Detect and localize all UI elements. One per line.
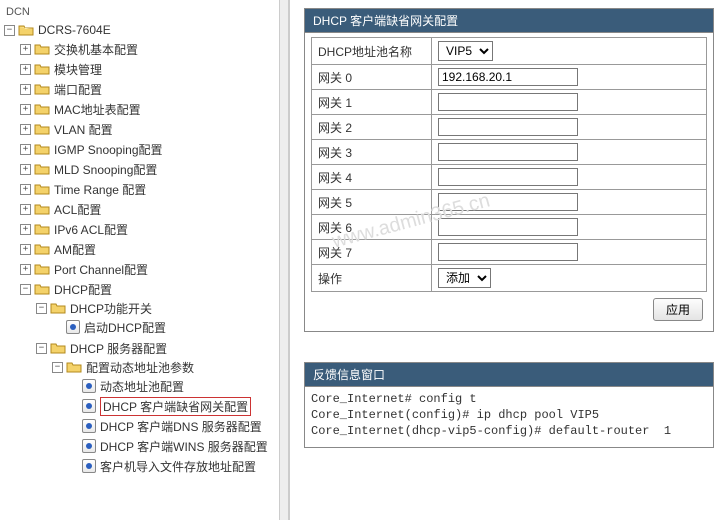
expand-icon[interactable]: + xyxy=(20,244,31,255)
gateway-label: 网关 3 xyxy=(312,140,432,165)
expand-icon[interactable]: + xyxy=(20,104,31,115)
folder-icon xyxy=(34,242,50,256)
gateway-label: 网关 5 xyxy=(312,190,432,215)
config-form: DHCP地址池名称 VIP5 网关 0 网关 1 网关 2 网关 3 网关 4 … xyxy=(311,37,707,292)
apply-button[interactable]: 应用 xyxy=(653,298,703,321)
folder-open-icon xyxy=(50,341,66,355)
tree-item[interactable]: + MAC地址表配置 xyxy=(20,100,288,118)
tree-item[interactable]: + 模块管理 xyxy=(20,60,288,78)
gateway-input[interactable] xyxy=(438,243,578,261)
folder-icon xyxy=(34,102,50,116)
expand-icon[interactable]: + xyxy=(20,144,31,155)
collapse-icon[interactable]: − xyxy=(52,362,63,373)
gateway-input[interactable] xyxy=(438,93,578,111)
tree-root: DCN xyxy=(4,4,288,20)
tree-device[interactable]: − DCRS-7604E xyxy=(4,21,288,39)
gateway-input[interactable] xyxy=(438,118,578,136)
gateway-input[interactable] xyxy=(438,218,578,236)
feedback-output: Core_Internet# config t Core_Internet(co… xyxy=(305,387,713,447)
tree-item[interactable]: + AM配置 xyxy=(20,240,288,258)
collapse-icon[interactable]: − xyxy=(36,303,47,314)
gateway-label: 网关 6 xyxy=(312,215,432,240)
page-icon xyxy=(82,439,96,453)
folder-icon xyxy=(34,82,50,96)
feedback-title: 反馈信息窗口 xyxy=(305,363,713,387)
expand-icon[interactable]: + xyxy=(20,124,31,135)
folder-icon xyxy=(34,122,50,136)
panel-title: DHCP 客户端缺省网关配置 xyxy=(305,9,713,33)
expand-icon[interactable]: + xyxy=(20,84,31,95)
tree-dhcp[interactable]: − DHCP配置 xyxy=(20,280,288,298)
tree-leaf[interactable]: 客户机导入文件存放地址配置 xyxy=(68,457,288,475)
folder-icon xyxy=(34,62,50,76)
folder-icon xyxy=(34,222,50,236)
tree-item[interactable]: + 端口配置 xyxy=(20,80,288,98)
folder-icon xyxy=(34,162,50,176)
tree-leaf[interactable]: 动态地址池配置 xyxy=(68,377,288,395)
gateway-label: 网关 0 xyxy=(312,65,432,90)
expand-icon[interactable]: + xyxy=(20,164,31,175)
tree-leaf[interactable]: DHCP 客户端WINS 服务器配置 xyxy=(68,437,288,455)
page-icon xyxy=(82,459,96,473)
config-panel: DHCP 客户端缺省网关配置 DHCP地址池名称 VIP5 网关 0 网关 1 … xyxy=(304,8,714,332)
gateway-label: 网关 1 xyxy=(312,90,432,115)
expand-icon[interactable]: + xyxy=(20,184,31,195)
action-select[interactable]: 添加 xyxy=(438,268,491,288)
folder-icon xyxy=(34,142,50,156)
gateway-input[interactable] xyxy=(438,143,578,161)
tree-item[interactable]: + ACL配置 xyxy=(20,200,288,218)
gateway-label: 网关 2 xyxy=(312,115,432,140)
gateway-input[interactable] xyxy=(438,168,578,186)
folder-icon xyxy=(34,182,50,196)
tree-item[interactable]: + IGMP Snooping配置 xyxy=(20,140,288,158)
expand-icon[interactable]: + xyxy=(20,44,31,55)
expand-icon[interactable]: + xyxy=(20,264,31,275)
sidebar-tree[interactable]: DCN − DCRS-7604E + 交换机基本配置 + 模块管理 + 端口配置… xyxy=(0,0,290,520)
page-icon xyxy=(82,379,96,393)
gateway-label: 网关 4 xyxy=(312,165,432,190)
tree-dhcp-server[interactable]: − DHCP 服务器配置 xyxy=(36,339,288,357)
folder-open-icon xyxy=(34,282,50,296)
page-icon xyxy=(82,419,96,433)
tree-item[interactable]: + Time Range 配置 xyxy=(20,180,288,198)
feedback-panel: 反馈信息窗口 Core_Internet# config t Core_Inte… xyxy=(304,362,714,448)
tree-item[interactable]: + 交换机基本配置 xyxy=(20,40,288,58)
tree-item[interactable]: + IPv6 ACL配置 xyxy=(20,220,288,238)
expand-icon[interactable]: + xyxy=(20,64,31,75)
tree-item[interactable]: + VLAN 配置 xyxy=(20,120,288,138)
gateway-label: 网关 7 xyxy=(312,240,432,265)
tree-pool-params[interactable]: − 配置动态地址池参数 xyxy=(52,358,288,376)
page-icon xyxy=(66,320,80,334)
tree-item[interactable]: + MLD Snooping配置 xyxy=(20,160,288,178)
folder-open-icon xyxy=(66,360,82,374)
pool-select[interactable]: VIP5 xyxy=(438,41,493,61)
expand-icon[interactable]: + xyxy=(20,224,31,235)
folder-open-icon xyxy=(50,301,66,315)
collapse-icon[interactable]: − xyxy=(36,343,47,354)
action-label: 操作 xyxy=(312,265,432,292)
tree-dhcp-switch[interactable]: − DHCP功能开关 xyxy=(36,299,288,317)
collapse-icon[interactable]: − xyxy=(20,284,31,295)
collapse-icon[interactable]: − xyxy=(4,25,15,36)
gateway-input[interactable] xyxy=(438,68,578,86)
main-content: DHCP 客户端缺省网关配置 DHCP地址池名称 VIP5 网关 0 网关 1 … xyxy=(290,0,720,520)
tree-item[interactable]: + Port Channel配置 xyxy=(20,260,288,278)
folder-open-icon xyxy=(18,23,34,37)
gateway-input[interactable] xyxy=(438,193,578,211)
expand-icon[interactable]: + xyxy=(20,204,31,215)
page-icon xyxy=(82,399,96,413)
tree-leaf[interactable]: DHCP 客户端DNS 服务器配置 xyxy=(68,417,288,435)
pool-label: DHCP地址池名称 xyxy=(312,38,432,65)
tree-leaf[interactable]: DHCP 客户端缺省网关配置 xyxy=(68,397,288,415)
folder-icon xyxy=(34,42,50,56)
tree-leaf[interactable]: 启动DHCP配置 xyxy=(52,318,288,336)
folder-icon xyxy=(34,202,50,216)
folder-icon xyxy=(34,262,50,276)
